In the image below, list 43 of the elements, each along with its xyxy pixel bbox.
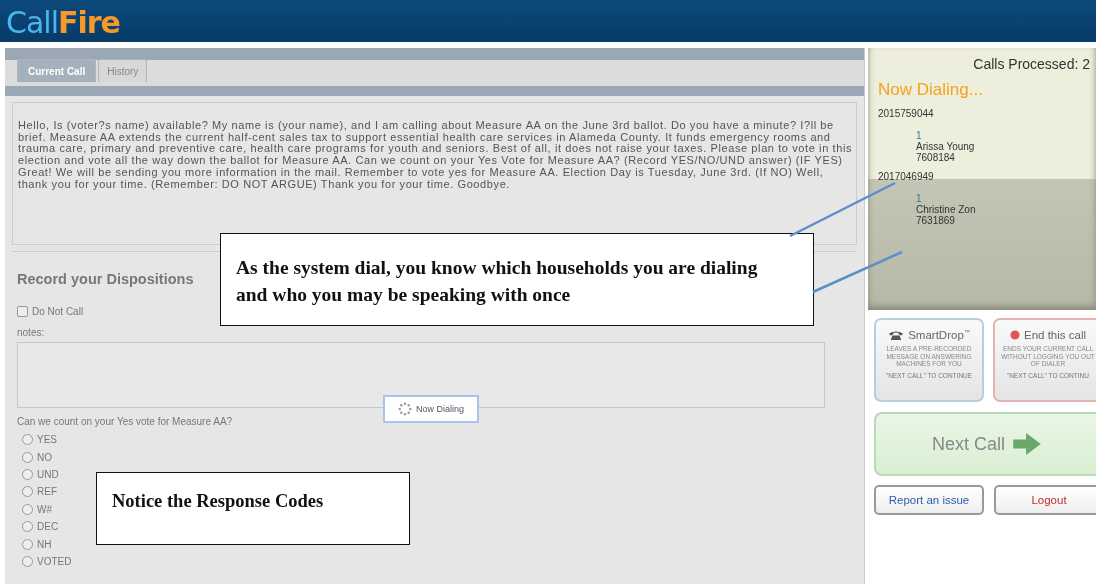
phone-number: 2017046949 xyxy=(878,171,935,182)
radio-label: YES xyxy=(37,434,57,446)
arrow-right-icon xyxy=(1013,433,1042,455)
report-issue-button[interactable]: Report an issue xyxy=(874,485,984,515)
radio-label: UND xyxy=(37,468,59,480)
radio-button[interactable] xyxy=(22,468,33,480)
radio-label: DEC xyxy=(37,521,59,533)
popup-text: Now Dialing xyxy=(416,404,464,414)
radio-label: REF xyxy=(37,486,57,498)
radio-label: NO xyxy=(37,451,52,463)
radio-button[interactable] xyxy=(22,521,33,533)
radio-label: VOTED xyxy=(37,555,72,567)
contact-name: Arissa Young xyxy=(916,141,976,152)
contact-id: 7608184 xyxy=(916,152,955,163)
end-call-icon xyxy=(1010,330,1020,340)
notes-label: notes: xyxy=(17,327,46,338)
checkbox-label: Do Not Call xyxy=(32,306,84,317)
contact-count: 1 xyxy=(916,130,923,141)
radio-button[interactable] xyxy=(22,434,33,446)
logo: CallFire xyxy=(6,4,120,42)
logout-button[interactable]: Logout xyxy=(994,485,1096,515)
contact-count: 1 xyxy=(916,193,923,204)
contact-name: Christine Zon xyxy=(916,204,977,215)
checkbox[interactable] xyxy=(17,306,28,317)
spinner-icon xyxy=(398,402,412,416)
radio-button[interactable] xyxy=(22,555,33,567)
telephone-icon xyxy=(888,329,905,341)
contact-id: 7631869 xyxy=(916,215,956,226)
section-title: Record your Dispositions xyxy=(17,271,194,287)
callout-text: As the system dial, you know which households you are dialing and who you may be speaking with once xyxy=(236,257,758,305)
radio-label: NH xyxy=(37,538,52,550)
radio-label: W# xyxy=(37,503,52,515)
radio-button[interactable] xyxy=(22,538,33,550)
radio-button[interactable] xyxy=(22,486,33,498)
phone-number: 2015759044 xyxy=(878,108,935,119)
question-text: Can we count on your Yes vote for Measure AA? xyxy=(17,416,234,427)
call-script: Hello, Is (voter?s name) available? My name is (your name), and I am calling about Measure AA on the June 3rd ballot. Do you have a minute? I?ll be brief. Measure AA extends the current half-cent sales tax to support essential health care services in Alameda County. It funds emergency rooms and trauma care, primary and preventive care, health care programs for youth and seniors. Best of all, it does not raise your taxes. Please plan to vote in this election and vote all the way down the ballot for Measure AA. Can we count on your Yes Vote for Measure AA? (Record YES/NO/UND answer) (IF YES) Great! We will be sending you more information in the mail. Remember to vote yes for Measure AA. Election Day is Tuesday, June 3rd. (If NO) Well, thank you for your time. (Remember: DO NOT ARGUE) Thank you for your time. Goodbye. xyxy=(18,120,853,191)
radio-button[interactable] xyxy=(22,503,33,515)
callout-text: Notice the Response Codes xyxy=(112,491,324,511)
next-call-button[interactable]: Next Call xyxy=(874,412,1096,476)
calls-processed: Calls Processed: 2 xyxy=(972,56,1091,72)
radio-button[interactable] xyxy=(22,451,33,463)
dialing-status: Now Dialing... xyxy=(878,80,984,100)
